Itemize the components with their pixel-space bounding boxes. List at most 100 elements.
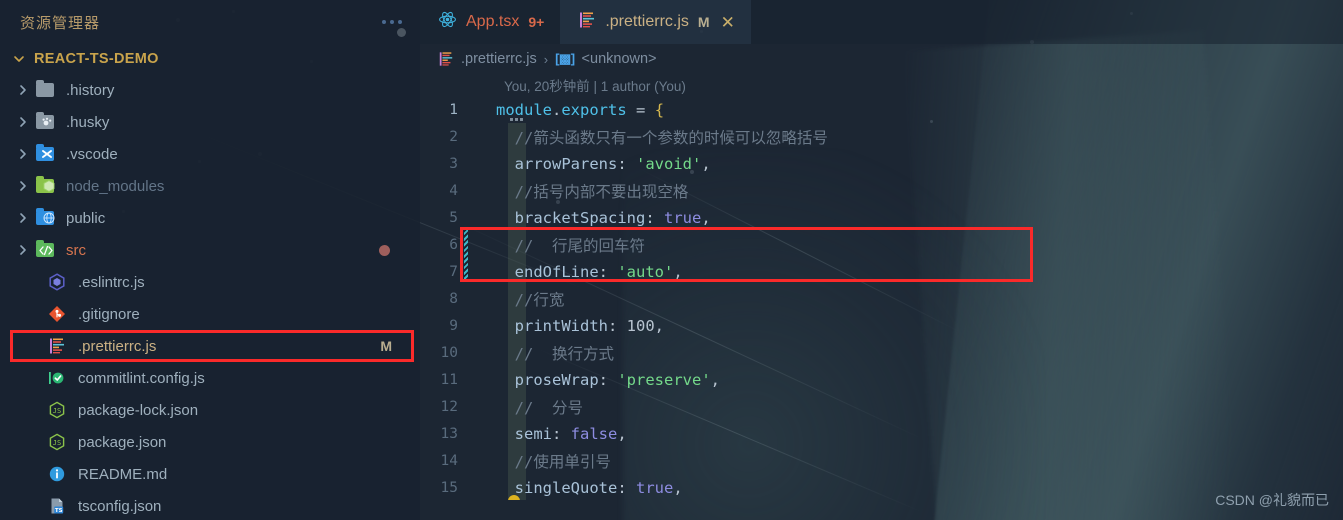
explorer-file-readme[interactable]: README.md (0, 458, 420, 490)
folder-label: public (66, 209, 106, 227)
explorer-folder-vscode[interactable]: .vscode (0, 138, 420, 170)
line-number: 1 (449, 101, 458, 118)
code-line[interactable]: 2 //箭头函数只有一个参数的时候可以忽略括号 (420, 123, 1343, 150)
workspace-root-row[interactable]: REACT-TS-DEMO (0, 44, 420, 74)
code-text: singleQuote: true, (514, 478, 683, 497)
commitlint-icon (44, 368, 70, 388)
code-text: // 分号 (496, 398, 583, 417)
code-text: // 换行方式 (496, 344, 614, 363)
prettier-icon (578, 11, 596, 34)
code-line[interactable]: 8 //行宽 (420, 285, 1343, 312)
file-label: tsconfig.json (78, 497, 162, 515)
line-number: 5 (449, 209, 458, 226)
explorer-folder-src[interactable]: src (0, 234, 420, 266)
code-line[interactable]: 11 proseWrap: 'preserve', (420, 366, 1343, 393)
code-line[interactable]: 10 // 换行方式 (420, 339, 1343, 366)
code-text: bracketSpacing: true, (514, 208, 711, 227)
code-line[interactable]: 14 //使用单引号 (420, 447, 1343, 474)
line-number: 12 (440, 398, 458, 415)
tab-prettierrc-js[interactable]: .prettierrc.js M ✕ (560, 0, 751, 44)
folder-label: .husky (66, 113, 110, 131)
tab-label: App.tsx (466, 13, 520, 30)
code-line[interactable]: 1 module.exports = { (420, 96, 1343, 123)
file-label: .eslintrc.js (78, 273, 145, 291)
explorer-file-tsconfig[interactable]: TS tsconfig.json (0, 490, 420, 520)
tab-app-tsx[interactable]: App.tsx 9+ (420, 0, 560, 44)
line-number: 4 (449, 182, 458, 199)
vscode-window: 资源管理器 REACT-TS-DEMO .history .husky .vsc… (0, 0, 1343, 520)
explorer-folder-public[interactable]: public (0, 202, 420, 234)
code-text: module.exports = { (496, 100, 665, 119)
react-icon (438, 10, 457, 34)
code-line[interactable]: 3 arrowParens: 'avoid', (420, 150, 1343, 177)
explorer-file-gitignore[interactable]: .gitignore (0, 298, 420, 330)
chevron-right-icon (14, 81, 32, 99)
code-line[interactable]: 6 // 行尾的回车符 (420, 231, 1343, 258)
line-number: 14 (440, 452, 458, 469)
breadcrumb-file[interactable]: .prettierrc.js (461, 51, 537, 67)
breadcrumb-symbol[interactable]: <unknown> (582, 51, 657, 67)
git-blame-annotation: You, 20秒钟前 | 1 author (You) (504, 79, 686, 94)
chevron-right-icon (14, 145, 32, 163)
svg-text:TS: TS (55, 508, 63, 514)
line-number: 10 (440, 344, 458, 361)
line-number: 2 (449, 128, 458, 145)
code-viewport[interactable]: 1 module.exports = { 2 //箭头函数只有一个参数的时候可以忽略… (420, 96, 1343, 500)
file-label: commitlint.config.js (78, 369, 205, 387)
line-number: 3 (449, 155, 458, 172)
line-number: 15 (440, 479, 458, 496)
folder-label: .history (66, 81, 115, 99)
code-line[interactable]: 15 singleQuote: true, (420, 474, 1343, 500)
explorer-file-eslintrc[interactable]: .eslintrc.js (0, 266, 420, 298)
code-line[interactable]: 5 bracketSpacing: true, (420, 204, 1343, 231)
modified-dot-indicator (379, 244, 390, 256)
folder-husky-icon (32, 112, 58, 132)
chevron-right-icon (14, 209, 32, 227)
selection-highlight-box (10, 330, 414, 362)
code-text: //行宽 (496, 290, 565, 309)
code-text: //括号内部不要出现空格 (496, 182, 689, 201)
explorer-file-commitlint[interactable]: commitlint.config.js (0, 362, 420, 394)
code-text: // 行尾的回车符 (496, 236, 645, 255)
code-line[interactable]: 13 semi: false, (420, 420, 1343, 447)
editor-area: App.tsx 9+ .prettierrc.js M ✕ .prettierr… (420, 0, 1343, 520)
tab-dirty-badge: M (697, 14, 710, 30)
code-line[interactable]: 12 // 分号 (420, 393, 1343, 420)
code-line[interactable]: 7 endOfLine: 'auto', (420, 258, 1343, 285)
tab-badge: 9+ (528, 14, 545, 30)
svg-text:JS: JS (53, 439, 61, 447)
tab-label: .prettierrc.js (605, 13, 689, 30)
breadcrumb-separator: › (543, 51, 549, 67)
line-number: 13 (440, 425, 458, 442)
code-line[interactable]: 9 printWidth: 100, (420, 312, 1343, 339)
folder-public-icon (32, 208, 58, 228)
explorer-folder-history[interactable]: .history (0, 74, 420, 106)
watermark-text: CSDN @礼貌而已 (1215, 492, 1329, 508)
info-icon (44, 464, 70, 484)
file-label: package-lock.json (78, 401, 199, 419)
close-icon[interactable]: ✕ (721, 14, 735, 31)
breadcrumb: .prettierrc.js › [▩] <unknown> (420, 44, 1343, 74)
line-number: 11 (440, 371, 458, 388)
workspace-root-label: REACT-TS-DEMO (34, 51, 159, 67)
explorer-folder-node-modules[interactable]: node_modules (0, 170, 420, 202)
prettier-icon (44, 336, 70, 356)
code-line[interactable]: 4 //括号内部不要出现空格 (420, 177, 1343, 204)
explorer-folder-husky[interactable]: .husky (0, 106, 420, 138)
explorer-file-package-json[interactable]: JS package.json (0, 426, 420, 458)
eslint-icon (44, 272, 70, 292)
file-label: README.md (78, 465, 168, 483)
code-text: //使用单引号 (496, 452, 611, 471)
explorer-header: 资源管理器 (0, 0, 420, 44)
code-text: //箭头函数只有一个参数的时候可以忽略括号 (496, 128, 828, 147)
svg-text:JS: JS (53, 407, 61, 415)
git-icon (44, 304, 70, 324)
folder-src-icon (32, 240, 58, 260)
line-number: 6 (449, 236, 458, 253)
line-number: 8 (449, 290, 458, 307)
explorer-file-package-lock[interactable]: JS package-lock.json (0, 394, 420, 426)
explorer-file-prettierrc[interactable]: .prettierrc.js M (0, 330, 420, 362)
code-text: semi: false, (514, 424, 627, 443)
editor-tabbar: App.tsx 9+ .prettierrc.js M ✕ (420, 0, 1343, 44)
chevron-right-icon (14, 177, 32, 195)
